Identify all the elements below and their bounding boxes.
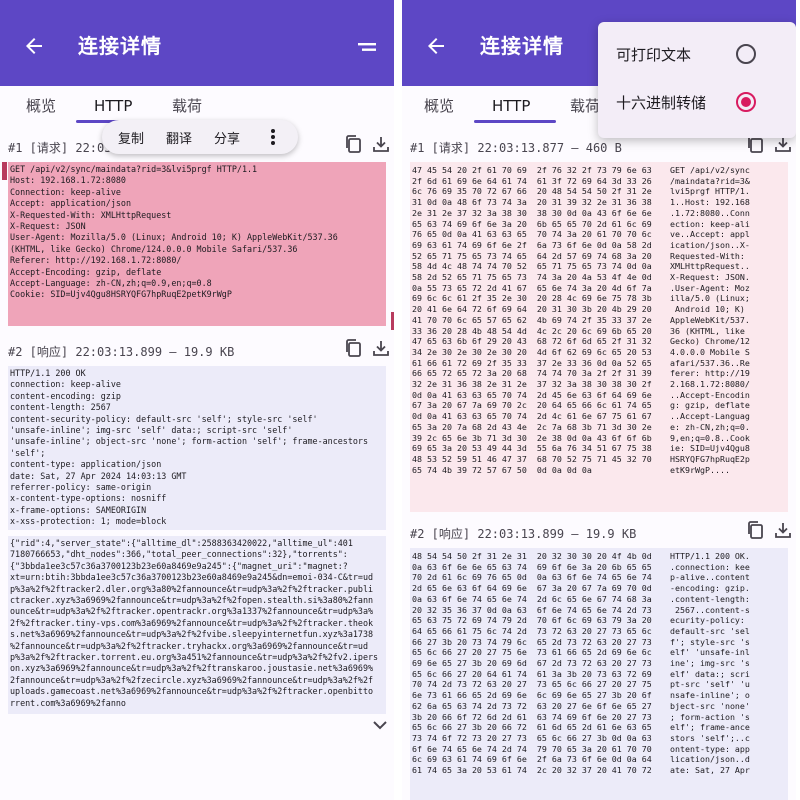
response-section-header: #2 [响应] 22:03:13.899 — 19.9 KB [0,334,394,364]
option-hex-dump[interactable]: 十六进制转储 [616,92,706,113]
request-text[interactable]: GET /api/v2/sync/maindata?rid=3&lvi5prgf… [8,162,386,303]
copy-icon[interactable] [344,134,362,154]
left-screen: 连接详情 概览 HTTP 载荷 #1 [请求] 22:03 复制 翻译 分享 G… [0,0,394,800]
view-mode-dropdown: 可打印文本 十六进制转储 [598,22,796,138]
request-ascii-dump[interactable]: GET /api/v2/sync /maindata?rid=3& lvi5pr… [670,165,786,511]
response-header-label: #2 [响应] 22:03:13.899 — 19.9 KB [410,527,637,541]
radio-printable-text[interactable] [736,44,756,64]
tab-overview[interactable]: 概览 [26,91,56,127]
request-text-block: GET /api/v2/sync/maindata?rid=3&lvi5prgf… [8,162,386,326]
share-menu-item[interactable]: 分享 [214,128,240,147]
request-header-label: #1 [请求] 22:03 [8,141,112,155]
response-section-header: #2 [响应] 22:03:13.899 — 19.9 KB [402,516,796,546]
selection-start-handle[interactable] [2,162,7,180]
app-bar: 连接详情 [0,0,394,86]
page-title: 连接详情 [480,34,564,58]
selection-end-handle[interactable] [391,312,394,330]
tab-payload[interactable]: 载荷 [570,91,600,127]
copy-icon[interactable] [344,338,362,358]
tab-indicator [474,120,556,123]
radio-hex-dump[interactable] [736,92,756,112]
copy-menu-item[interactable]: 复制 [118,128,144,147]
request-hex-dump[interactable]: 47 45 54 20 2f 61 70 69 2f 76 32 2f 73 7… [412,165,664,511]
translate-menu-item[interactable]: 翻译 [166,128,192,147]
back-arrow-icon[interactable] [20,34,48,58]
response-headers-block: HTTP/1.1 200 OK connection: keep-alive c… [8,366,386,530]
response-ascii-dump[interactable]: HTTP/1.1 200 OK. .connection: kee p-aliv… [670,551,786,797]
tab-overview[interactable]: 概览 [424,91,454,127]
response-headers-text[interactable]: HTTP/1.1 200 OK connection: keep-alive c… [8,366,386,530]
option-printable-text[interactable]: 可打印文本 [616,44,691,65]
copy-icon[interactable] [746,520,764,540]
page-title: 连接详情 [78,34,162,58]
response-header-label: #2 [响应] 22:03:13.899 — 19.9 KB [8,345,235,359]
more-options-icon[interactable] [270,128,276,146]
download-icon[interactable] [372,134,390,154]
response-hex-block: 48 54 54 50 2f 31 2e 31 20 32 30 30 20 4… [410,548,788,800]
request-header-label: #1 [请求] 22:03:13.877 — 460 B [410,141,622,155]
response-body-text[interactable]: {"rid":4,"server_state":{"alltime_dl":25… [8,536,386,711]
response-hex-dump[interactable]: 48 54 54 50 2f 31 2e 31 20 32 30 30 20 4… [412,551,664,797]
chevron-down-icon[interactable] [372,720,388,730]
response-body-block: {"rid":4,"server_state":{"alltime_dl":25… [8,536,386,714]
download-icon[interactable] [774,520,792,540]
back-arrow-icon[interactable] [422,34,450,58]
right-screen: 连接详情 概览 HTTP 载荷 #1 [请求] 22:03:13.877 — 4… [402,0,796,800]
text-selection-menu: 复制 翻译 分享 [102,120,298,154]
request-hex-block: 47 45 54 20 2f 61 70 69 2f 76 32 2f 73 7… [410,162,788,512]
view-mode-menu-icon[interactable] [356,38,378,56]
download-icon[interactable] [372,338,390,358]
